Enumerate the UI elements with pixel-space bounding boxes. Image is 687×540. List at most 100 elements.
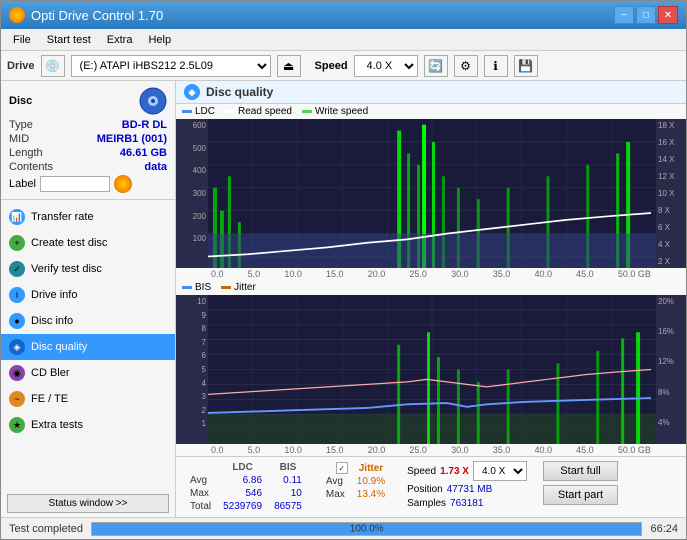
jitter-header: Jitter xyxy=(351,461,391,475)
row-avg-ldc: 6.86 xyxy=(217,474,268,487)
create-test-icon: + xyxy=(9,235,25,251)
row-avg-label: Avg xyxy=(184,474,217,487)
chart1-y-right: 18 X 16 X 14 X 12 X 10 X 8 X 6 X 4 X 2 X xyxy=(656,119,686,268)
speed-position-section: Speed 1.73 X 4.0 X Position 47731 MB Sam… xyxy=(407,461,527,509)
menu-bar: File Start test Extra Help xyxy=(1,29,686,51)
status-window-button[interactable]: Status window >> xyxy=(7,494,169,513)
chart1-svg-wrap xyxy=(208,119,656,268)
bis-label: BIS xyxy=(195,282,211,293)
sidebar-item-drive-info[interactable]: i Drive info xyxy=(1,282,175,308)
fe-te-icon: ~ xyxy=(9,391,25,407)
cd-bler-icon: ◉ xyxy=(9,365,25,381)
start-part-button[interactable]: Start part xyxy=(543,485,618,505)
window-controls: − □ ✕ xyxy=(614,6,678,24)
speed-row: Speed 1.73 X 4.0 X xyxy=(407,461,527,481)
info-icon[interactable]: ℹ xyxy=(484,55,508,77)
extra-tests-label: Extra tests xyxy=(31,419,83,431)
eject-icon[interactable]: ⏏ xyxy=(277,55,301,77)
legend-read-speed: Read speed xyxy=(225,106,292,117)
close-button[interactable]: ✕ xyxy=(658,6,678,24)
read-speed-label: Read speed xyxy=(238,106,292,117)
sidebar-item-create-test[interactable]: + Create test disc xyxy=(1,230,175,256)
speed-select[interactable]: 4.0 X xyxy=(354,55,418,77)
sidebar-item-disc-info[interactable]: ● Disc info xyxy=(1,308,175,334)
legend-ldc: LDC xyxy=(182,106,215,117)
col-ldc: LDC xyxy=(217,461,268,474)
legend-jitter: Jitter xyxy=(221,282,256,293)
mid-label: MID xyxy=(9,133,29,145)
chart2-svg-wrap xyxy=(208,295,656,444)
write-speed-color xyxy=(302,110,312,113)
disc-quality-title: Disc quality xyxy=(206,85,273,99)
length-label: Length xyxy=(9,147,43,159)
refresh-icon[interactable]: 🔄 xyxy=(424,55,448,77)
samples-value: 763181 xyxy=(450,498,483,509)
save-icon[interactable]: 💾 xyxy=(514,55,538,77)
sidebar-item-disc-quality[interactable]: ◈ Disc quality xyxy=(1,334,175,360)
menu-help[interactable]: Help xyxy=(140,32,179,48)
content-area: ◈ Disc quality LDC Read speed Write spee… xyxy=(176,81,686,517)
chart2-x-axis: 0.0 5.0 10.0 15.0 20.0 25.0 30.0 35.0 40… xyxy=(176,444,686,456)
mid-value: MEIRB1 (001) xyxy=(97,133,167,145)
menu-file[interactable]: File xyxy=(5,32,39,48)
jitter-max-value: 13.4% xyxy=(351,488,391,501)
main-area: Disc Type BD-R DL MID MEIRB1 (001) xyxy=(1,81,686,517)
sidebar-item-extra-tests[interactable]: ★ Extra tests xyxy=(1,412,175,438)
contents-label: Contents xyxy=(9,161,53,173)
jitter-max-label: Max xyxy=(320,488,351,501)
disc-quality-label: Disc quality xyxy=(31,341,87,353)
extra-tests-icon: ★ xyxy=(9,417,25,433)
position-label: Position xyxy=(407,484,443,495)
write-speed-label: Write speed xyxy=(315,106,368,117)
drive-info-icon: i xyxy=(9,287,25,303)
menu-extra[interactable]: Extra xyxy=(99,32,141,48)
row-total-ldc: 5239769 xyxy=(217,500,268,513)
title-bar: Opti Drive Control 1.70 − □ ✕ xyxy=(1,1,686,29)
legend-write-speed: Write speed xyxy=(302,106,368,117)
chart1-body: 600 500 400 300 200 100 xyxy=(176,119,686,268)
fe-te-label: FE / TE xyxy=(31,393,68,405)
jitter-checkbox[interactable]: ✓ xyxy=(336,462,348,474)
ldc-color xyxy=(182,110,192,113)
status-text: Test completed xyxy=(9,523,83,535)
start-full-button[interactable]: Start full xyxy=(543,461,618,481)
row-max-label: Max xyxy=(184,487,217,500)
cd-bler-label: CD Bler xyxy=(31,367,70,379)
contents-value: data xyxy=(144,161,167,173)
settings-icon[interactable]: ⚙ xyxy=(454,55,478,77)
chart1-y-left: 600 500 400 300 200 100 xyxy=(176,119,208,268)
speed-label2: Speed xyxy=(407,466,436,477)
bis-color xyxy=(182,286,192,289)
menu-start-test[interactable]: Start test xyxy=(39,32,99,48)
maximize-button[interactable]: □ xyxy=(636,6,656,24)
disc-graphic xyxy=(139,87,167,115)
drive-label: Drive xyxy=(7,60,35,72)
sidebar: Disc Type BD-R DL MID MEIRB1 (001) xyxy=(1,81,176,517)
label-input[interactable] xyxy=(40,176,110,192)
chart2-section: 10 9 8 7 6 5 4 3 2 1 xyxy=(176,295,686,456)
stats-table: LDC BIS Avg 6.86 0.11 Max 546 10 Total xyxy=(184,461,308,513)
chart1-svg xyxy=(208,119,656,268)
jitter-avg-value: 10.9% xyxy=(351,475,391,488)
row-max-bis: 10 xyxy=(268,487,308,500)
sidebar-item-transfer-rate[interactable]: 📊 Transfer rate xyxy=(1,204,175,230)
sidebar-item-cd-bler[interactable]: ◉ CD Bler xyxy=(1,360,175,386)
label-label: Label xyxy=(9,178,36,190)
samples-label: Samples xyxy=(407,498,446,509)
drive-icon-btn[interactable]: 💿 xyxy=(41,55,65,77)
minimize-button[interactable]: − xyxy=(614,6,634,24)
window-title: Opti Drive Control 1.70 xyxy=(31,8,163,23)
drive-select[interactable]: (E:) ATAPI iHBS212 2.5L09 xyxy=(71,55,271,77)
chart1-section: 600 500 400 300 200 100 xyxy=(176,119,686,280)
speed-select2[interactable]: 4.0 X xyxy=(473,461,527,481)
label-color-btn[interactable] xyxy=(114,175,132,193)
chart2-legend: BIS Jitter xyxy=(176,280,686,295)
progress-bar: 100.0% xyxy=(91,522,642,536)
chart2-y-right: 20% 16% 12% 8% 4% xyxy=(656,295,686,444)
jitter-stats: ✓ Jitter Avg 10.9% Max 13.4% xyxy=(320,461,391,503)
chart2-body: 10 9 8 7 6 5 4 3 2 1 xyxy=(176,295,686,444)
row-total-label: Total xyxy=(184,500,217,513)
position-row: Position 47731 MB xyxy=(407,484,527,495)
sidebar-item-verify-test[interactable]: ✓ Verify test disc xyxy=(1,256,175,282)
sidebar-item-fe-te[interactable]: ~ FE / TE xyxy=(1,386,175,412)
